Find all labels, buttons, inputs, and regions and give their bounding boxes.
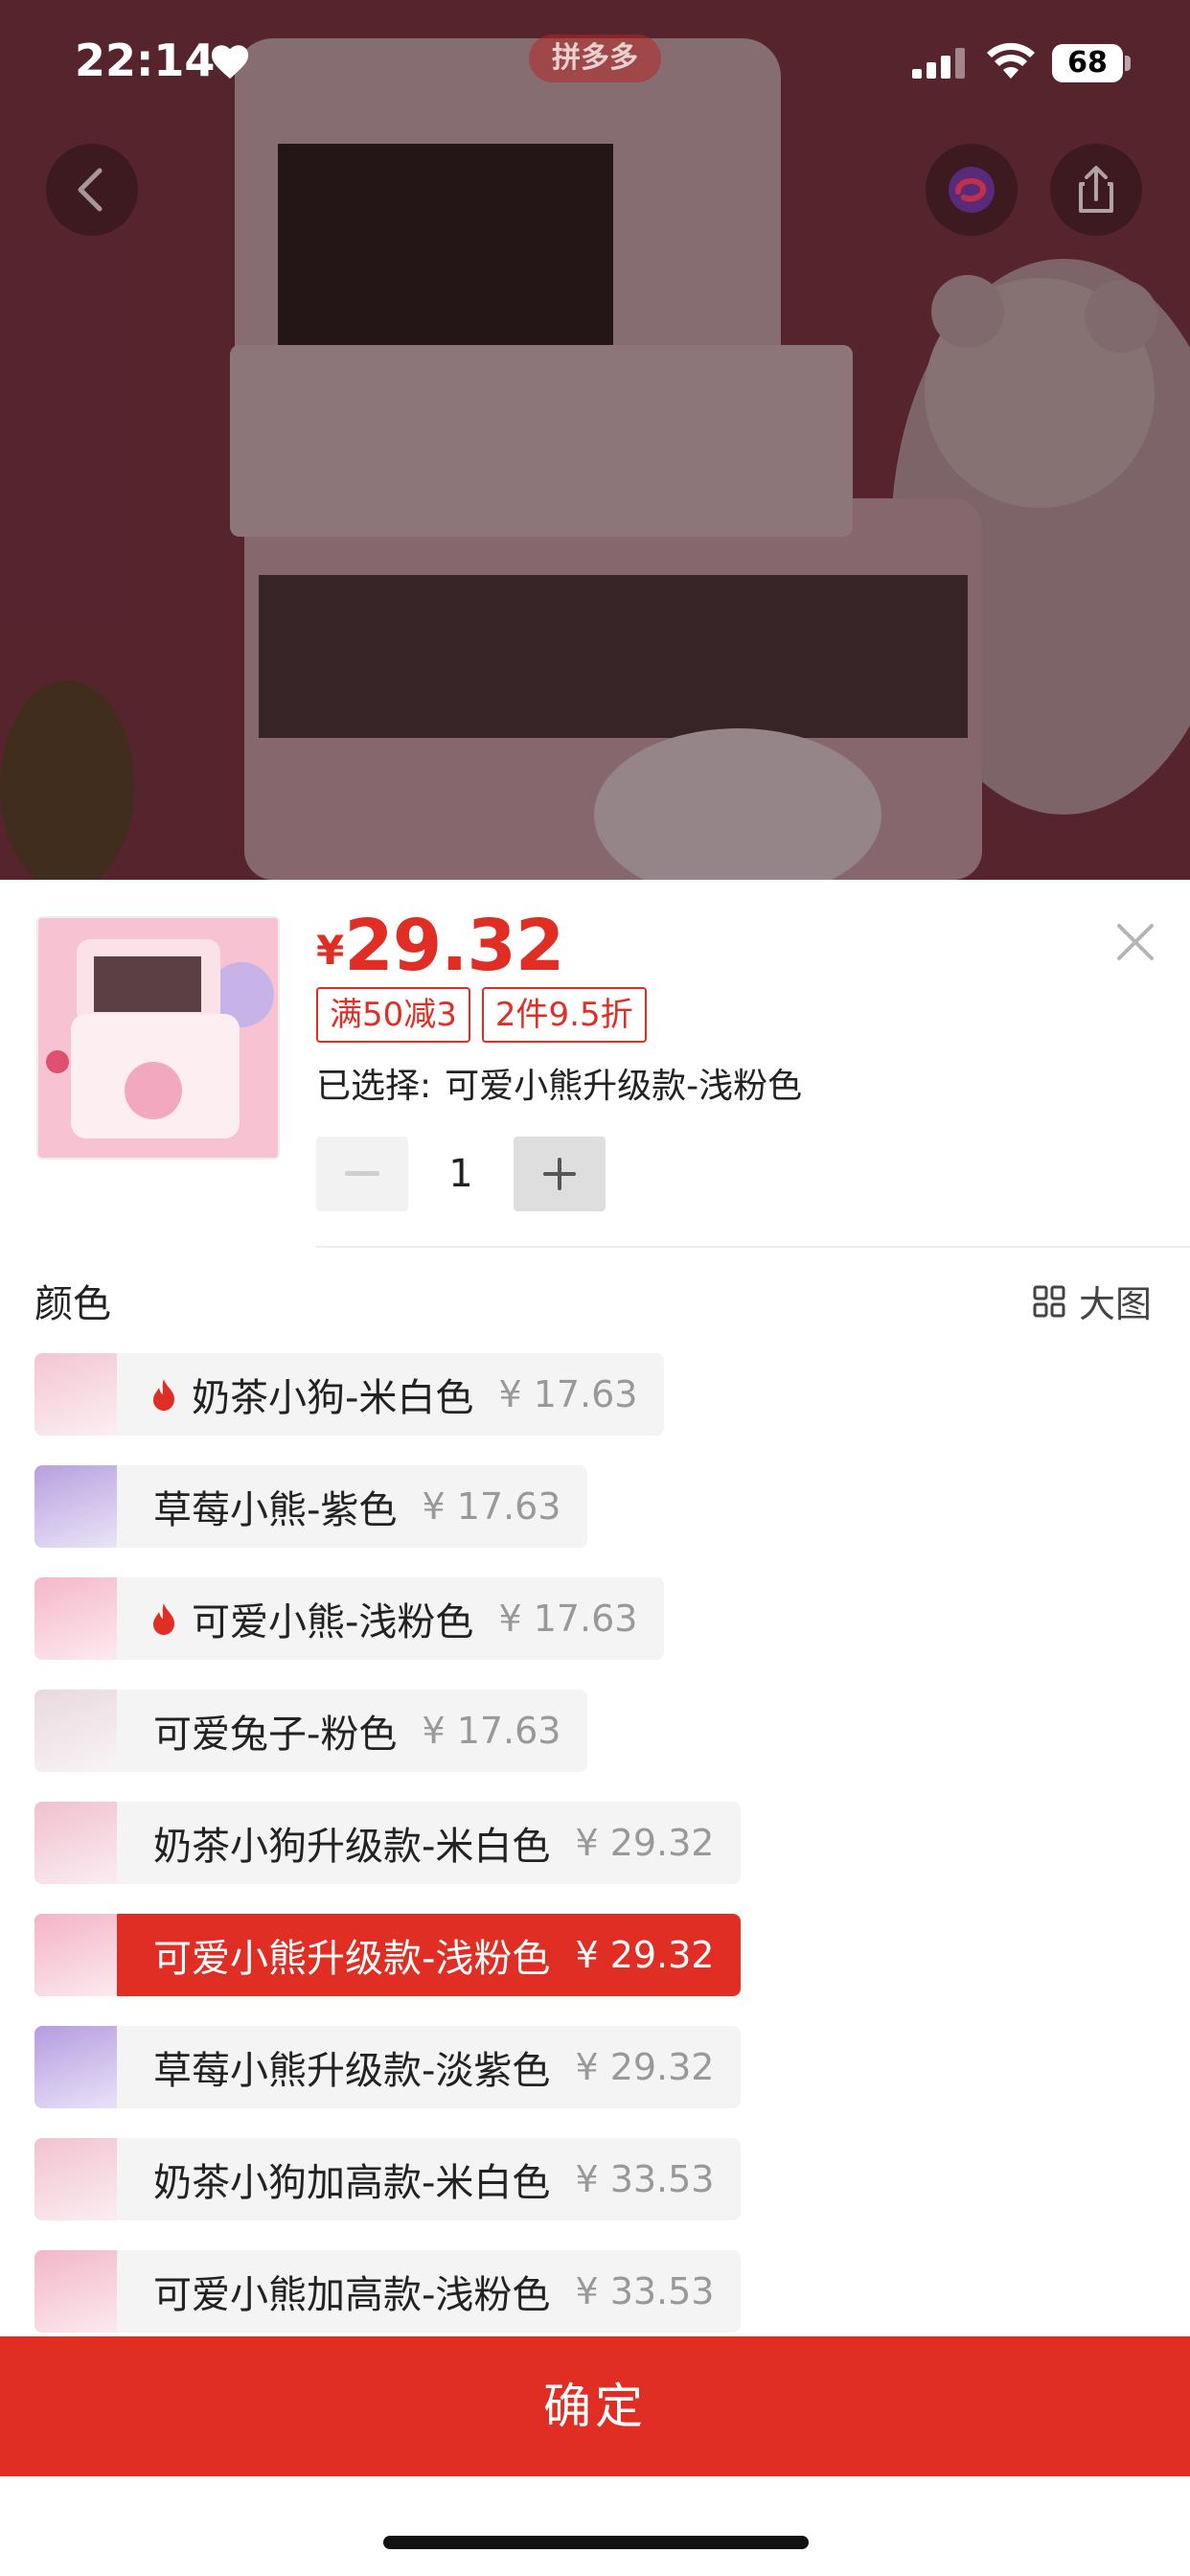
option-item[interactable]: 可爱兔子-粉色 ¥ 17.63 (34, 1690, 588, 1772)
minus-icon (345, 1171, 379, 1176)
option-thumbnail (34, 2138, 117, 2220)
option-price: ¥ 29.32 (575, 2046, 715, 2088)
wifi-icon (987, 42, 1035, 79)
section-title: 颜色 (34, 1282, 111, 1326)
option-label: 奶茶小狗-米白色 (117, 1367, 473, 1422)
overlay-dim (0, 0, 1190, 880)
promo-logo-icon (949, 167, 995, 213)
option-thumbnail (34, 1465, 117, 1548)
product-photo: 22:14 拼多多 68 (0, 0, 1190, 880)
option-thumbnail (34, 1690, 117, 1772)
option-item[interactable]: 奶茶小狗加高款-米白色 ¥ 33.53 (34, 2138, 742, 2220)
big-image-toggle[interactable]: 大图 (1033, 1275, 1152, 1327)
option-label-text: 草莓小熊升级款-淡紫色 (153, 2049, 551, 2093)
option-label: 草莓小熊升级款-淡紫色 (117, 2039, 550, 2095)
option-item[interactable]: 草莓小熊升级款-淡紫色 ¥ 29.32 (34, 2026, 742, 2108)
home-indicator (383, 2536, 809, 2549)
fire-icon (153, 1603, 174, 1635)
option-price: ¥ 33.53 (575, 2270, 715, 2312)
product-image (38, 918, 278, 1158)
option-thumbnail (34, 1914, 117, 1996)
option-thumbnail (34, 1577, 117, 1660)
option-item[interactable]: 奶茶小狗升级款-米白色 ¥ 29.32 (34, 1802, 742, 1884)
increase-button[interactable] (514, 1137, 606, 1211)
close-icon[interactable] (1111, 918, 1159, 966)
option-price: ¥ 17.63 (422, 1485, 561, 1528)
promo-tag: 满50减3 (316, 987, 470, 1043)
option-label-text: 可爱小熊升级款-浅粉色 (153, 1937, 551, 1981)
option-price: ¥ 29.32 (575, 1822, 715, 1864)
heart-icon (211, 45, 249, 80)
option-label-text: 可爱兔子-粉色 (153, 1713, 398, 1757)
app-badge: 拼多多 (529, 34, 661, 82)
fire-icon (153, 1379, 174, 1411)
battery-tip (1125, 56, 1131, 71)
option-thumbnail (34, 2250, 117, 2333)
promo-button[interactable] (926, 144, 1018, 236)
option-item[interactable]: 可爱小熊-浅粉色 ¥ 17.63 (34, 1577, 665, 1660)
option-label: 可爱小熊升级款-浅粉色 (117, 1927, 550, 1983)
option-label-text: 奶茶小狗-米白色 (192, 1376, 474, 1420)
option-item[interactable]: 可爱小熊升级款-浅粉色 ¥ 29.32 (34, 1914, 742, 1996)
promo-tags: 满50减3 2件9.5折 (316, 987, 647, 1043)
grid-icon (1033, 1285, 1065, 1317)
share-button[interactable] (1050, 144, 1142, 236)
option-label: 草莓小熊-紫色 (117, 1479, 397, 1534)
selected-value: 可爱小熊升级款-浅粉色 (445, 1067, 803, 1106)
quantity-stepper: 1 (316, 1137, 606, 1211)
promo-tag: 2件9.5折 (481, 987, 647, 1043)
option-label: 可爱小熊-浅粉色 (117, 1591, 473, 1646)
option-label-text: 草莓小熊-紫色 (153, 1488, 398, 1532)
battery-indicator: 68 (1052, 44, 1123, 82)
confirm-button[interactable]: 确定 (0, 2336, 1190, 2476)
option-price: ¥ 29.32 (575, 1934, 715, 1976)
option-price: ¥ 17.63 (498, 1373, 638, 1415)
option-label: 可爱小熊加高款-浅粉色 (117, 2264, 550, 2319)
option-label-text: 可爱小熊加高款-浅粉色 (153, 2273, 551, 2317)
option-item[interactable]: 草莓小熊-紫色 ¥ 17.63 (34, 1465, 588, 1548)
back-button[interactable] (46, 144, 138, 236)
option-price: ¥ 17.63 (498, 1598, 638, 1640)
price-value: 29.32 (344, 905, 564, 987)
chevron-left-icon (78, 168, 103, 212)
big-image-label: 大图 (1078, 1283, 1152, 1325)
option-label: 可爱兔子-粉色 (117, 1703, 397, 1759)
status-time: 22:14 (75, 34, 216, 86)
option-label: 奶茶小狗升级款-米白色 (117, 1815, 550, 1871)
currency-symbol: ¥ (316, 927, 345, 974)
share-icon (1079, 166, 1113, 213)
price: ¥29.32 (316, 905, 564, 987)
option-label-text: 奶茶小狗升级款-米白色 (153, 1825, 551, 1869)
option-label: 奶茶小狗加高款-米白色 (117, 2151, 550, 2207)
option-thumbnail (34, 1802, 117, 1884)
selected-prefix: 已选择: (316, 1067, 432, 1106)
plus-icon (543, 1158, 576, 1190)
status-bar: 22:14 拼多多 68 (0, 0, 1190, 125)
option-item[interactable]: 可爱小熊加高款-浅粉色 ¥ 33.53 (34, 2250, 742, 2333)
selected-product-thumbnail[interactable] (36, 916, 280, 1160)
cellular-signal-icon (912, 48, 965, 79)
option-thumbnail (34, 1353, 117, 1436)
sku-selection-sheet: ¥29.32 满50减3 2件9.5折 已选择: 可爱小熊升级款-浅粉色 1 颜… (0, 880, 1190, 2576)
divider (316, 1246, 1190, 1248)
selected-summary: 已选择: 可爱小熊升级款-浅粉色 (316, 1058, 802, 1108)
option-price: ¥ 33.53 (575, 2158, 715, 2200)
decrease-button[interactable] (316, 1137, 408, 1211)
option-label-text: 可爱小熊-浅粉色 (192, 1600, 474, 1644)
option-label-text: 奶茶小狗加高款-米白色 (153, 2161, 551, 2205)
option-thumbnail (34, 2026, 117, 2108)
quantity-value[interactable]: 1 (408, 1152, 514, 1196)
option-price: ¥ 17.63 (422, 1710, 561, 1752)
option-item[interactable]: 奶茶小狗-米白色 ¥ 17.63 (34, 1353, 665, 1436)
